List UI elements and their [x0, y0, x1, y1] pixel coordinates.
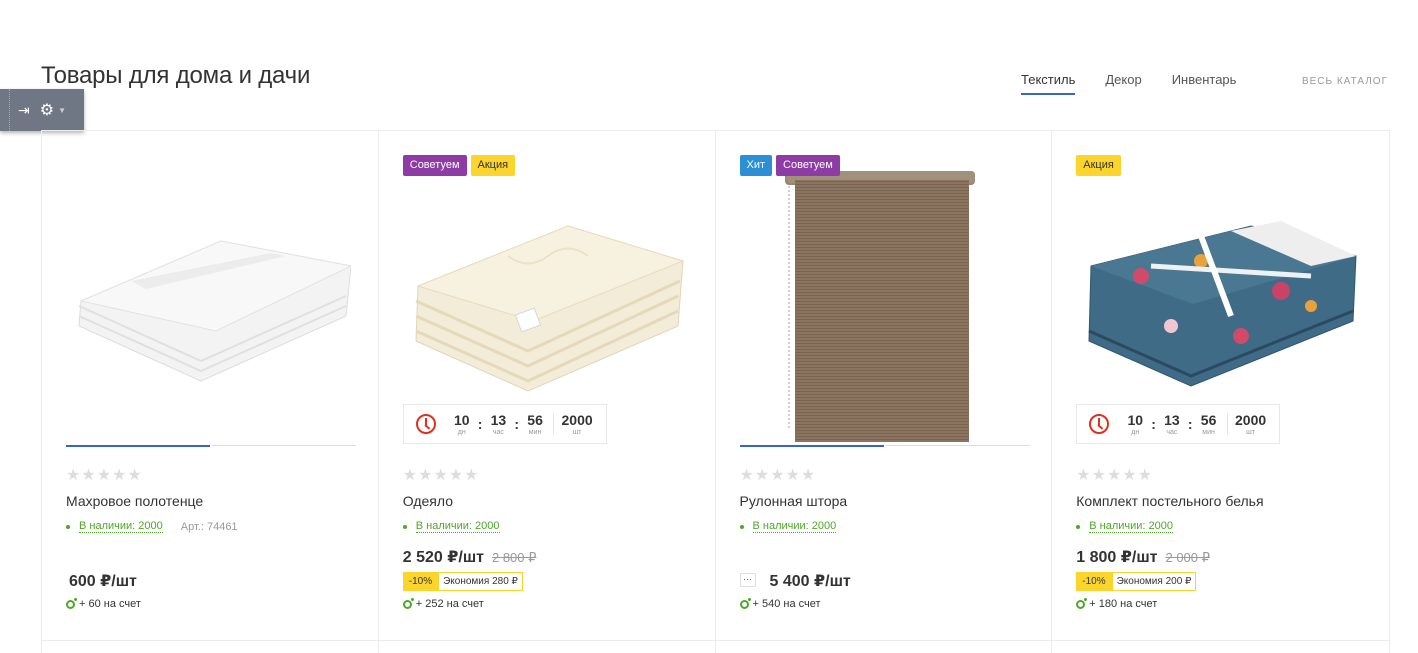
stock-status: В наличии: 2000	[402, 520, 500, 533]
rating-stars[interactable]: ★★★★★	[740, 465, 817, 485]
product-card[interactable]: Советуем Акция 10 дн : 13 час : 56 мин 2000…	[379, 131, 716, 640]
tab-textile[interactable]: Текстиль	[1021, 72, 1076, 95]
price-row: 1 800 ₽/шт 2 000 ₽	[1076, 547, 1210, 567]
bonus-points: + 60 на счет	[66, 597, 141, 610]
product-grid: ★★★★★ Махровое полотенце В наличии: 2000…	[41, 130, 1390, 641]
bonus-icon	[1076, 597, 1088, 609]
price-row: 2 520 ₽/шт 2 800 ₽	[403, 547, 537, 567]
discount-row: -10% Экономия 200 ₽	[1076, 572, 1197, 591]
product-title[interactable]: Одеяло	[403, 493, 453, 509]
admin-toolbar: ⇥ ⚙ ▼	[0, 89, 84, 131]
product-card[interactable]: Акция 10 дн : 13 час : 56 мин 2000 шт ★★★★★ …	[1052, 131, 1389, 640]
clock-icon	[415, 414, 436, 434]
product-price: 2 520 ₽/шт	[402, 549, 484, 566]
more-options-button[interactable]: ···	[739, 573, 756, 587]
product-price: 1 800 ₽/шт	[1076, 549, 1158, 566]
stock-dot-icon	[66, 524, 70, 529]
next-row-cells	[41, 640, 1390, 653]
badge-sale: Акция	[470, 155, 516, 176]
image-slider-indicator[interactable]	[739, 445, 1030, 447]
product-image[interactable]	[66, 161, 356, 451]
rating-stars[interactable]: ★★★★★	[1076, 465, 1153, 485]
stock-status: В наличии: 2000 Арт.: 74461	[66, 520, 238, 533]
badge-recommend: Советуем	[776, 155, 840, 176]
all-catalog-link[interactable]: ВЕСЬ КАТАЛОГ	[1302, 76, 1388, 87]
product-title[interactable]: Комплект постельного белья	[1076, 493, 1263, 509]
bonus-points: + 252 на счет	[402, 597, 484, 610]
pin-icon[interactable]: ⇥	[18, 102, 30, 119]
badge-list: Советуем Акция	[402, 155, 516, 176]
section-title: Товары для дома и дачи	[41, 62, 311, 89]
badge-list: Хит Советуем	[739, 155, 840, 176]
old-price: 2 000 ₽	[1165, 550, 1210, 565]
tab-inventory[interactable]: Инвентарь	[1172, 72, 1237, 95]
discount-badge: -10%	[1076, 572, 1112, 591]
rating-stars[interactable]: ★★★★★	[66, 465, 143, 485]
clock-icon	[1089, 414, 1110, 434]
blanket-image	[415, 225, 685, 392]
old-price: 2 800 ₽	[491, 550, 537, 565]
countdown-timer: 10 дн : 13 час : 56 мин 2000 шт	[402, 404, 607, 444]
chevron-down-icon[interactable]: ▼	[58, 106, 66, 115]
image-slider-indicator[interactable]	[66, 445, 356, 447]
stock-status: В наличии: 2000	[1076, 520, 1174, 533]
roller-blind-image	[784, 171, 975, 442]
bonus-icon	[66, 597, 77, 609]
product-card[interactable]: Хит Советуем ★★★★★ Рулонная штора В нали…	[716, 131, 1053, 640]
tab-decor[interactable]: Декор	[1105, 72, 1141, 95]
bonus-icon	[739, 597, 751, 609]
badge-list: Акция	[1076, 155, 1121, 176]
product-card[interactable]: ★★★★★ Махровое полотенце В наличии: 2000…	[42, 131, 379, 640]
badge-hit: Хит	[739, 155, 773, 176]
badge-recommend: Советуем	[402, 155, 467, 176]
discount-badge: -10%	[402, 572, 439, 591]
stock-dot-icon	[402, 524, 407, 529]
drag-handle[interactable]	[0, 89, 10, 131]
saving-amount: Экономия 280 ₽	[438, 572, 523, 591]
bedding-set-image	[1088, 221, 1357, 387]
product-title[interactable]: Рулонная штора	[740, 493, 848, 509]
stock-status: В наличии: 2000	[739, 520, 837, 533]
gear-icon[interactable]: ⚙	[40, 100, 54, 120]
stock-dot-icon	[739, 524, 744, 529]
rating-stars[interactable]: ★★★★★	[403, 465, 480, 485]
towel-image	[78, 240, 351, 382]
bonus-points: + 540 на счет	[739, 597, 821, 610]
product-image[interactable]	[740, 161, 1030, 451]
countdown-timer: 10 дн : 13 час : 56 мин 2000 шт	[1076, 404, 1281, 444]
bonus-icon	[402, 597, 414, 609]
saving-amount: Экономия 200 ₽	[1111, 572, 1197, 591]
discount-row: -10% Экономия 280 ₽	[402, 572, 523, 591]
bonus-points: + 180 на счет	[1076, 597, 1157, 610]
product-title[interactable]: Махровое полотенце	[66, 493, 203, 509]
product-price: 5 400 ₽/шт	[769, 573, 851, 590]
stock-dot-icon	[1076, 524, 1081, 529]
category-tabs: Текстиль Декор Инвентарь	[1021, 72, 1266, 95]
badge-sale: Акция	[1076, 155, 1121, 176]
article-number: Арт.: 74461	[180, 520, 238, 533]
product-price: 600 ₽/шт	[69, 573, 137, 590]
